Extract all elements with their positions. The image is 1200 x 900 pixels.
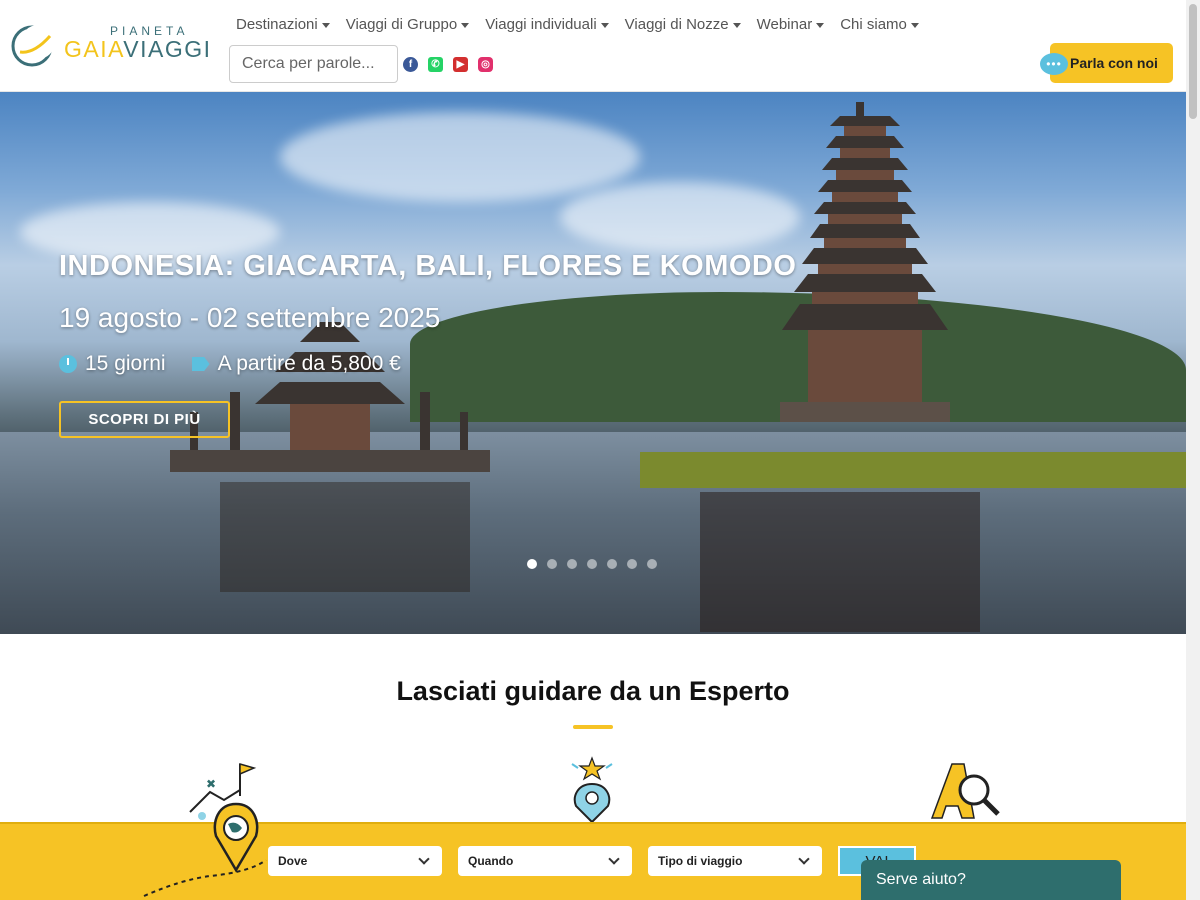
nav-item-viaggi-individuali[interactable]: Viaggi individuali — [485, 16, 609, 33]
carousel-dot[interactable] — [567, 559, 577, 569]
nav-label: Viaggi di Nozze — [624, 16, 729, 33]
trip-type-select[interactable]: Tipo di viaggio — [648, 846, 822, 876]
search-input[interactable] — [229, 45, 398, 83]
logo-viaggi-text: VIAGGI — [123, 36, 212, 62]
search-magnifier-icon — [930, 763, 1000, 819]
chevron-down-icon — [418, 853, 430, 865]
carousel-indicators — [527, 559, 657, 569]
temple-reflection-decoration — [700, 492, 980, 632]
section-title: Lasciati guidare da un Esperto — [396, 676, 790, 706]
caret-down-icon — [732, 23, 741, 28]
hero-dates: 19 agosto - 02 settembre 2025 — [59, 302, 441, 333]
hero-price: A partire da 5,800 € — [217, 352, 401, 375]
small-temple-illustration — [170, 322, 490, 472]
youtube-icon[interactable]: ▶ — [453, 57, 468, 72]
whatsapp-icon[interactable]: ✆ — [428, 57, 443, 72]
talk-button-label: Parla con noi — [1070, 55, 1158, 71]
logo-main-text: GAIAVIAGGI — [64, 36, 212, 63]
cloud-decoration — [560, 182, 800, 252]
help-chat-widget[interactable]: Serve aiuto? — [861, 860, 1121, 900]
price-tag-icon — [191, 357, 210, 371]
talk-to-us-button[interactable]: Parla con noi — [1050, 43, 1173, 83]
logo-crescent-icon — [11, 25, 54, 67]
nav-label: Viaggi individuali — [485, 16, 597, 33]
date-select-label: Quando — [468, 854, 514, 868]
nav-item-viaggi-di-nozze[interactable]: Viaggi di Nozze — [625, 16, 741, 33]
nav-item-webinar[interactable]: Webinar — [757, 16, 825, 33]
caret-down-icon — [600, 23, 609, 28]
caret-down-icon — [816, 23, 825, 28]
carousel-dot[interactable] — [587, 559, 597, 569]
nav-item-destinazioni[interactable]: Destinazioni — [236, 16, 330, 33]
chevron-down-icon — [608, 853, 620, 865]
map-pin-globe-icon — [143, 802, 267, 897]
caret-down-icon — [321, 23, 330, 28]
hero-title: INDONESIA: GIACARTA, BALI, FLORES E KOMO… — [59, 250, 797, 282]
nav-label: Webinar — [756, 16, 813, 33]
discover-more-button[interactable]: SCOPRI DI PIÙ — [59, 401, 230, 438]
nav-item-viaggi-di-gruppo[interactable]: Viaggi di Gruppo — [345, 16, 470, 33]
carousel-dot[interactable] — [547, 559, 557, 569]
chevron-down-icon — [798, 853, 810, 865]
hero-duration: 15 giorni — [85, 352, 166, 375]
facebook-icon[interactable]: f — [403, 57, 418, 72]
clock-icon — [59, 355, 77, 373]
nav-label: Destinazioni — [236, 16, 318, 33]
instagram-icon[interactable]: ◎ — [478, 57, 493, 72]
site-header: PIANETA GAIAVIAGGI Destinazioni Viaggi d… — [0, 0, 1186, 92]
chat-bubble-icon: ••• — [1040, 53, 1068, 75]
cloud-decoration — [280, 112, 640, 202]
carousel-dot[interactable] — [607, 559, 617, 569]
carousel-dot[interactable] — [627, 559, 637, 569]
hero-meta: 15 giorni A partire da 5,800 € — [59, 352, 401, 376]
scrollbar-thumb[interactable] — [1189, 4, 1197, 119]
caret-down-icon — [461, 23, 470, 28]
carousel-dot[interactable] — [527, 559, 537, 569]
pagoda-temple-illustration — [780, 102, 950, 422]
carousel-dot[interactable] — [647, 559, 657, 569]
svg-text:✖: ✖ — [206, 777, 216, 791]
caret-down-icon — [910, 23, 919, 28]
date-select[interactable]: Quando — [458, 846, 632, 876]
section-underline — [573, 725, 613, 729]
expert-guide-icon — [571, 756, 613, 822]
page-scrollbar[interactable] — [1186, 0, 1200, 900]
temple-reflection-decoration — [220, 482, 470, 592]
logo-gaia-text: GAIA — [64, 36, 124, 62]
site-logo[interactable]: PIANETA GAIAVIAGGI — [10, 20, 220, 70]
grass-decoration — [640, 452, 1186, 488]
nav-item-chi-siamo[interactable]: Chi siamo — [840, 16, 919, 33]
main-nav: Destinazioni Viaggi di Gruppo Viaggi ind… — [236, 16, 919, 33]
nav-label: Chi siamo — [840, 16, 907, 33]
trip-type-select-label: Tipo di viaggio — [658, 854, 743, 868]
hero-carousel: INDONESIA: GIACARTA, BALI, FLORES E KOMO… — [0, 92, 1186, 634]
destination-select[interactable]: Dove — [268, 846, 442, 876]
destination-select-label: Dove — [278, 854, 308, 868]
social-links: f ✆ ▶ ◎ — [403, 57, 493, 72]
nav-label: Viaggi di Gruppo — [345, 16, 458, 33]
